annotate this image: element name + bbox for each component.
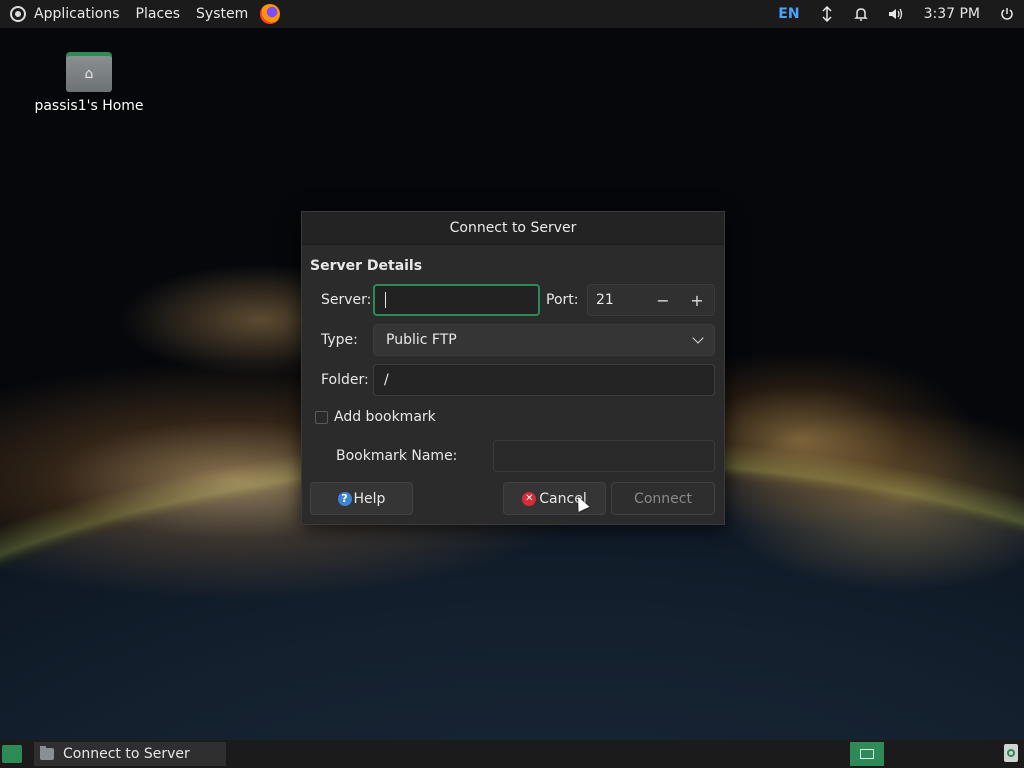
bottom-panel: Connect to Server [0,740,1024,768]
cancel-button[interactable]: ✕ Cancel [503,482,606,515]
help-button-label: Help [353,490,386,507]
port-spinbutton[interactable]: 21 − + [587,284,715,316]
folder-label: Folder: [321,372,369,388]
trash-icon[interactable] [1004,744,1018,762]
connect-button-label: Connect [634,490,692,507]
help-icon: ? [337,491,352,506]
taskbar-window-connect-to-server[interactable]: Connect to Server [34,742,226,766]
keyboard-layout-indicator[interactable]: EN [768,0,809,28]
port-label: Port: [546,292,579,308]
desktop-home-icon[interactable]: ⌂ passis1's Home [30,50,148,114]
system-menu[interactable]: System [188,0,256,28]
cancel-icon: ✕ [522,491,537,506]
workspace-switcher[interactable] [850,742,884,766]
bookmark-name-label: Bookmark Name: [336,448,458,464]
top-panel: Applications Places System EN 3:37 PM [0,0,1024,28]
applications-menu[interactable]: Applications [0,0,128,28]
applications-icon [10,6,26,22]
port-value[interactable]: 21 [588,292,646,308]
network-icon[interactable] [810,0,844,28]
bookmark-name-input[interactable] [493,440,715,472]
power-icon[interactable] [990,0,1024,28]
port-decrement-button[interactable]: − [646,291,680,310]
connect-button[interactable]: Connect [611,482,715,515]
add-bookmark-label[interactable]: Add bookmark [334,409,436,425]
volume-icon[interactable] [878,0,914,28]
notification-bell-icon[interactable] [844,0,878,28]
add-bookmark-checkbox[interactable] [315,410,328,424]
add-bookmark-row[interactable]: Add bookmark [315,409,436,425]
workspace-window-icon [860,749,874,759]
folder-input[interactable]: / [373,364,715,396]
dialog-titlebar[interactable]: Connect to Server [302,212,724,245]
text-caret [385,292,386,308]
home-folder-icon: ⌂ [66,50,112,92]
type-label: Type: [321,332,358,348]
show-desktop-icon[interactable] [2,745,22,763]
server-label: Server: [321,292,372,308]
connect-to-server-dialog: Connect to Server Server Details Server:… [301,211,725,525]
places-menu[interactable]: Places [128,0,189,28]
clock[interactable]: 3:37 PM [914,0,990,28]
dialog-title: Connect to Server [449,220,577,236]
server-details-heading: Server Details [310,258,423,274]
folder-icon [40,746,54,760]
type-dropdown[interactable]: Public FTP [373,324,715,356]
folder-input-value: / [384,372,389,388]
port-increment-button[interactable]: + [680,291,714,310]
server-input[interactable] [373,284,540,316]
firefox-launcher-icon[interactable] [260,4,281,24]
chevron-down-icon [692,332,704,344]
taskbar-window-title: Connect to Server [63,746,190,762]
desktop-home-label: passis1's Home [34,98,144,114]
system-tray: EN 3:37 PM [768,0,1024,28]
type-selected-value: Public FTP [386,332,457,348]
help-button[interactable]: ? Help [310,482,413,515]
applications-label: Applications [34,6,120,22]
